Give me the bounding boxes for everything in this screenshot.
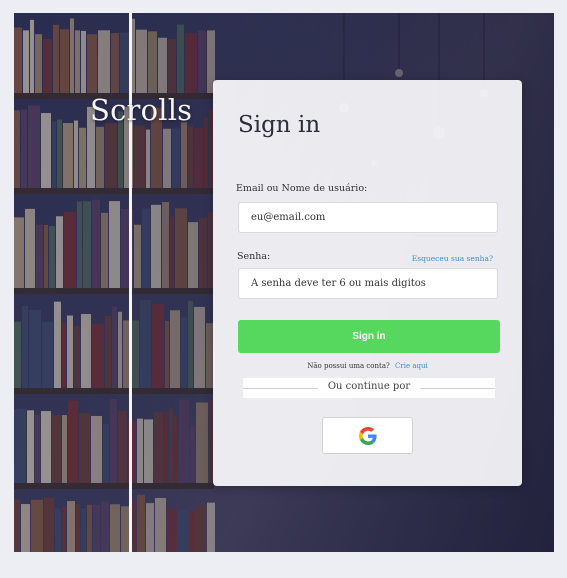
forgot-password-link[interactable]: Esqueceu sua senha? — [412, 254, 493, 263]
create-account-link[interactable]: Crie aqui — [395, 362, 428, 370]
password-input[interactable] — [238, 268, 498, 299]
divider-text: Ou continue por — [327, 381, 411, 392]
username-label: Email ou Nome de usuário: — [236, 183, 368, 194]
no-account-text: Não possui uma conta? — [307, 362, 390, 370]
signin-card: Sign in Email ou Nome de usuário: Senha:… — [213, 80, 522, 486]
signin-title: Sign in — [238, 112, 321, 138]
background-panel: Scrolls Sign in Email ou Nome de usuário… — [14, 13, 554, 552]
signin-button[interactable]: Sign in — [238, 320, 500, 353]
google-signin-button[interactable] — [322, 417, 413, 454]
signup-prompt: Não possui uma conta? Crie aqui — [213, 362, 522, 370]
continue-divider: Ou continue por — [243, 378, 495, 398]
brand-logo-text: Scrolls — [90, 93, 193, 127]
google-icon — [358, 426, 377, 445]
username-input[interactable] — [238, 202, 498, 233]
password-label: Senha: — [237, 251, 271, 262]
